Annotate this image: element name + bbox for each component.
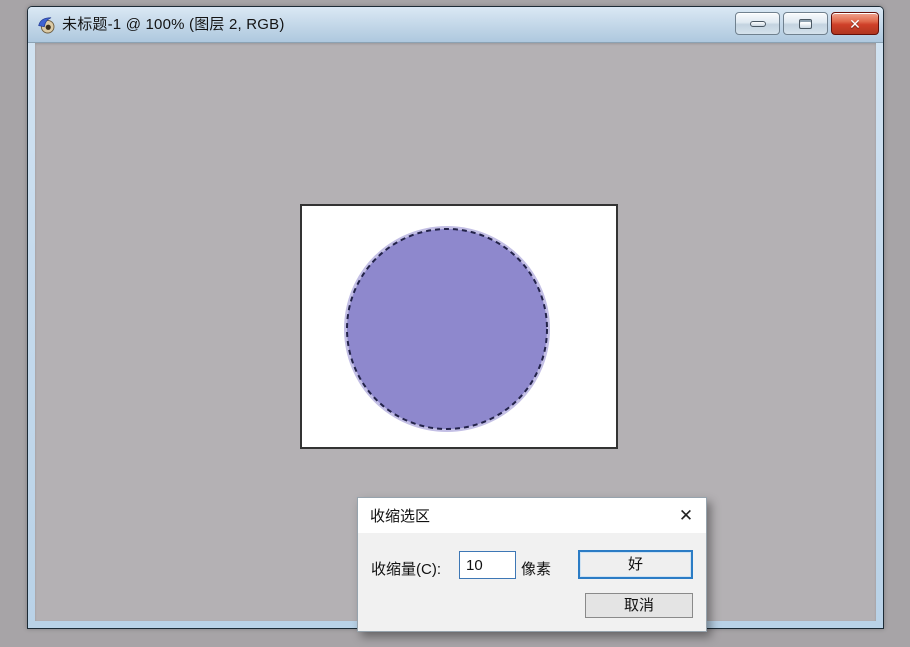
contract-selection-dialog: 收缩选区 ✕ 收缩量(C): 像素 好 取消: [357, 497, 707, 632]
ok-button[interactable]: 好: [578, 550, 693, 579]
dialog-title: 收缩选区: [370, 505, 430, 526]
selection-graphic: [302, 206, 616, 447]
cancel-button[interactable]: 取消: [585, 593, 693, 618]
minimize-icon: [750, 21, 766, 27]
window-controls: ✕: [735, 12, 879, 35]
window-title: 未标题-1 @ 100% (图层 2, RGB): [62, 7, 735, 43]
close-icon: ✕: [849, 17, 861, 31]
contract-amount-label: 收缩量(C):: [371, 558, 441, 579]
selection-circle[interactable]: [347, 229, 547, 429]
close-button[interactable]: ✕: [831, 12, 879, 35]
maximize-button[interactable]: [783, 12, 828, 35]
image-document[interactable]: [300, 204, 618, 449]
desktop-background: { "window": { "title": "未标题-1 @ 100% (图层…: [0, 0, 910, 647]
photoshop-document-icon: [37, 16, 55, 34]
pixels-unit-label: 像素: [521, 558, 551, 579]
maximize-icon: [799, 19, 812, 29]
window-titlebar[interactable]: 未标题-1 @ 100% (图层 2, RGB) ✕: [28, 7, 883, 43]
dialog-close-icon[interactable]: ✕: [672, 502, 700, 530]
minimize-button[interactable]: [735, 12, 780, 35]
dialog-titlebar[interactable]: 收缩选区: [358, 498, 706, 533]
contract-amount-input[interactable]: [459, 551, 516, 579]
